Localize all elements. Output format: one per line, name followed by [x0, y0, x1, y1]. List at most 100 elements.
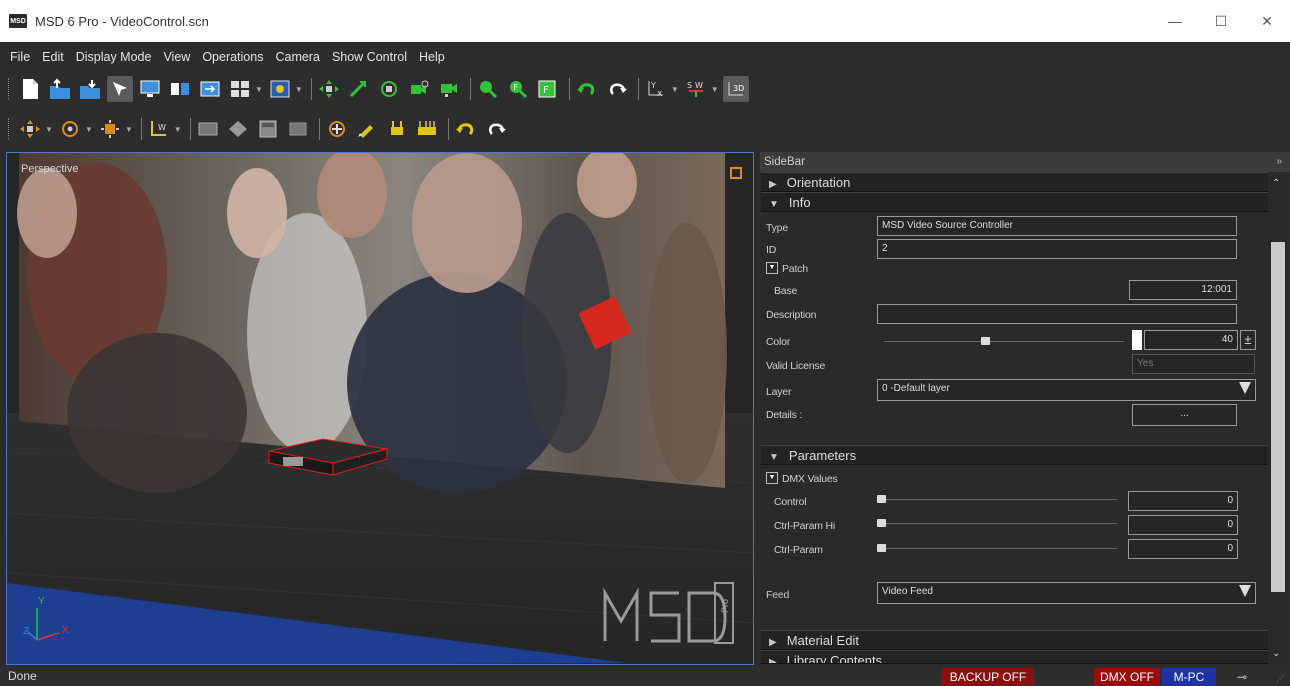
backup-status-badge[interactable]: BACKUP OFF — [942, 668, 1034, 686]
workplane-icon[interactable]: W — [146, 116, 172, 142]
section-orientation[interactable]: ▶ Orientation — [761, 172, 1268, 192]
3d-viewport[interactable]: Perspective Y X Z Pro — [6, 152, 754, 665]
menu-file[interactable]: File — [10, 50, 30, 64]
toolbar-grip[interactable] — [8, 78, 11, 100]
collapse-icon[interactable]: » — [1276, 152, 1282, 172]
zoom-fit-icon[interactable]: F — [505, 76, 531, 102]
sidebar-scrollbar[interactable]: ⌃ ⌄ — [1268, 172, 1288, 662]
dropdown-arrow-icon[interactable]: ▼ — [295, 85, 303, 94]
ctrl-param-hi-slider-track[interactable] — [877, 523, 1117, 524]
color-spinner[interactable]: ± — [1240, 330, 1256, 350]
id-field[interactable]: 2 — [877, 239, 1237, 259]
dropdown-arrow-icon[interactable]: ▼ — [671, 85, 679, 94]
dropdown-arrow-icon[interactable]: ▼ — [711, 85, 719, 94]
ctrl-param-value-field[interactable]: 0 — [1128, 539, 1238, 559]
yx-plane-icon[interactable]: Yx — [643, 76, 669, 102]
minimize-button[interactable]: — — [1152, 0, 1198, 42]
grid-layout-icon[interactable] — [227, 76, 253, 102]
merge-file-icon[interactable] — [77, 76, 103, 102]
new-file-icon[interactable] — [17, 76, 43, 102]
toolbar-grip[interactable] — [8, 118, 11, 140]
dmx-status-badge[interactable]: DMX OFF — [1094, 668, 1160, 686]
control-slider-track[interactable] — [877, 499, 1117, 500]
control-value-field[interactable]: 0 — [1128, 491, 1238, 511]
ctrl-param-slider-track[interactable] — [877, 548, 1117, 549]
open-file-icon[interactable] — [47, 76, 73, 102]
description-label: Description — [766, 309, 817, 321]
rotate-icon[interactable] — [57, 116, 83, 142]
dropdown-arrow-icon[interactable]: ▼ — [174, 125, 182, 134]
patch-toggle-icon[interactable]: ▼ — [766, 262, 778, 274]
section-parameters[interactable]: ▼ Parameters — [761, 445, 1268, 465]
close-button[interactable]: ✕ — [1244, 0, 1290, 42]
zoom-window-icon[interactable]: F — [535, 76, 561, 102]
description-field[interactable] — [877, 304, 1237, 324]
ctrl-param-slider-handle[interactable] — [877, 544, 886, 552]
ctrl-param-hi-value-field[interactable]: 0 — [1128, 515, 1238, 535]
3d-view-icon[interactable]: 3D — [722, 76, 749, 102]
camera-orbit-icon[interactable] — [406, 76, 432, 102]
link-icon[interactable] — [197, 76, 223, 102]
menu-help[interactable]: Help — [419, 50, 445, 64]
color-slider-track[interactable] — [884, 341, 1124, 342]
undo-view-icon[interactable] — [574, 76, 600, 102]
scale-icon[interactable] — [97, 116, 123, 142]
menu-show-control[interactable]: Show Control — [332, 50, 407, 64]
texture-icon[interactable] — [285, 116, 311, 142]
dropdown-arrow-icon[interactable]: ▼ — [85, 125, 93, 134]
menu-camera[interactable]: Camera — [275, 50, 319, 64]
ungroup-icon[interactable] — [414, 116, 440, 142]
undo-icon[interactable] — [453, 116, 479, 142]
type-field[interactable]: MSD Video Source Controller — [877, 216, 1237, 236]
dropdown-arrow-icon[interactable]: ▼ — [255, 85, 263, 94]
scroll-down-icon[interactable]: ⌄ — [1272, 648, 1280, 659]
menu-edit[interactable]: Edit — [42, 50, 64, 64]
sw-view-icon[interactable]: SW — [683, 76, 709, 102]
move-icon[interactable] — [17, 116, 43, 142]
layer-dropdown[interactable]: 0 -Default layer — [877, 379, 1256, 401]
redo-icon[interactable] — [483, 116, 509, 142]
dmx-toggle-icon[interactable]: ▼ — [766, 472, 778, 484]
maximize-button[interactable]: ☐ — [1198, 0, 1244, 42]
color-value-field[interactable]: 40 — [1144, 330, 1238, 350]
menu-view[interactable]: View — [163, 50, 190, 64]
section-library-contents[interactable]: ▶ Library Contents — [761, 650, 1268, 664]
zoom-icon[interactable] — [475, 76, 501, 102]
redo-view-icon[interactable] — [604, 76, 630, 102]
pan-icon[interactable] — [316, 76, 342, 102]
viewport-maximize-icon[interactable] — [730, 167, 742, 179]
color-swatch[interactable] — [1132, 330, 1142, 350]
camera-icon[interactable] — [436, 76, 462, 102]
dropdown-arrow-icon[interactable]: ▼ — [125, 125, 133, 134]
diamond-plane-icon[interactable] — [225, 116, 251, 142]
dropdown-arrow-icon[interactable]: ▼ — [45, 125, 53, 134]
pen-icon[interactable] — [354, 116, 380, 142]
base-field[interactable]: 12:001 — [1129, 280, 1237, 300]
screen-icon[interactable] — [137, 76, 163, 102]
scrollbar-thumb[interactable] — [1271, 242, 1285, 592]
color-slider-handle[interactable] — [980, 337, 990, 345]
add-point-icon[interactable] — [324, 116, 350, 142]
group-icon[interactable] — [384, 116, 410, 142]
clone-icon[interactable] — [167, 76, 193, 102]
section-material-edit[interactable]: ▶ Material Edit — [761, 630, 1268, 650]
control-slider-handle[interactable] — [877, 495, 886, 503]
ctrl-param-hi-slider-handle[interactable] — [877, 519, 886, 527]
feed-dropdown[interactable]: Video Feed — [877, 582, 1256, 604]
logo-sub-text: Pro — [720, 598, 731, 614]
panel-icon[interactable] — [255, 116, 281, 142]
mpc-status-badge[interactable]: M-PC — [1162, 668, 1216, 686]
menu-bar: File Edit Display Mode View Operations C… — [0, 42, 1290, 72]
scroll-up-icon[interactable]: ⌃ — [1272, 178, 1280, 189]
plane-icon[interactable] — [195, 116, 221, 142]
details-button[interactable]: ... — [1132, 404, 1237, 426]
orbit-icon[interactable] — [376, 76, 402, 102]
resize-grip-icon[interactable]: ⋰ — [1276, 674, 1286, 684]
select-arrow-icon[interactable] — [107, 76, 133, 102]
zoom-diagonal-icon[interactable] — [346, 76, 372, 102]
menu-display-mode[interactable]: Display Mode — [76, 50, 152, 64]
color-label: Color — [766, 336, 791, 348]
section-info[interactable]: ▼ Info — [761, 192, 1268, 212]
menu-operations[interactable]: Operations — [202, 50, 263, 64]
scene-icon[interactable] — [267, 76, 293, 102]
